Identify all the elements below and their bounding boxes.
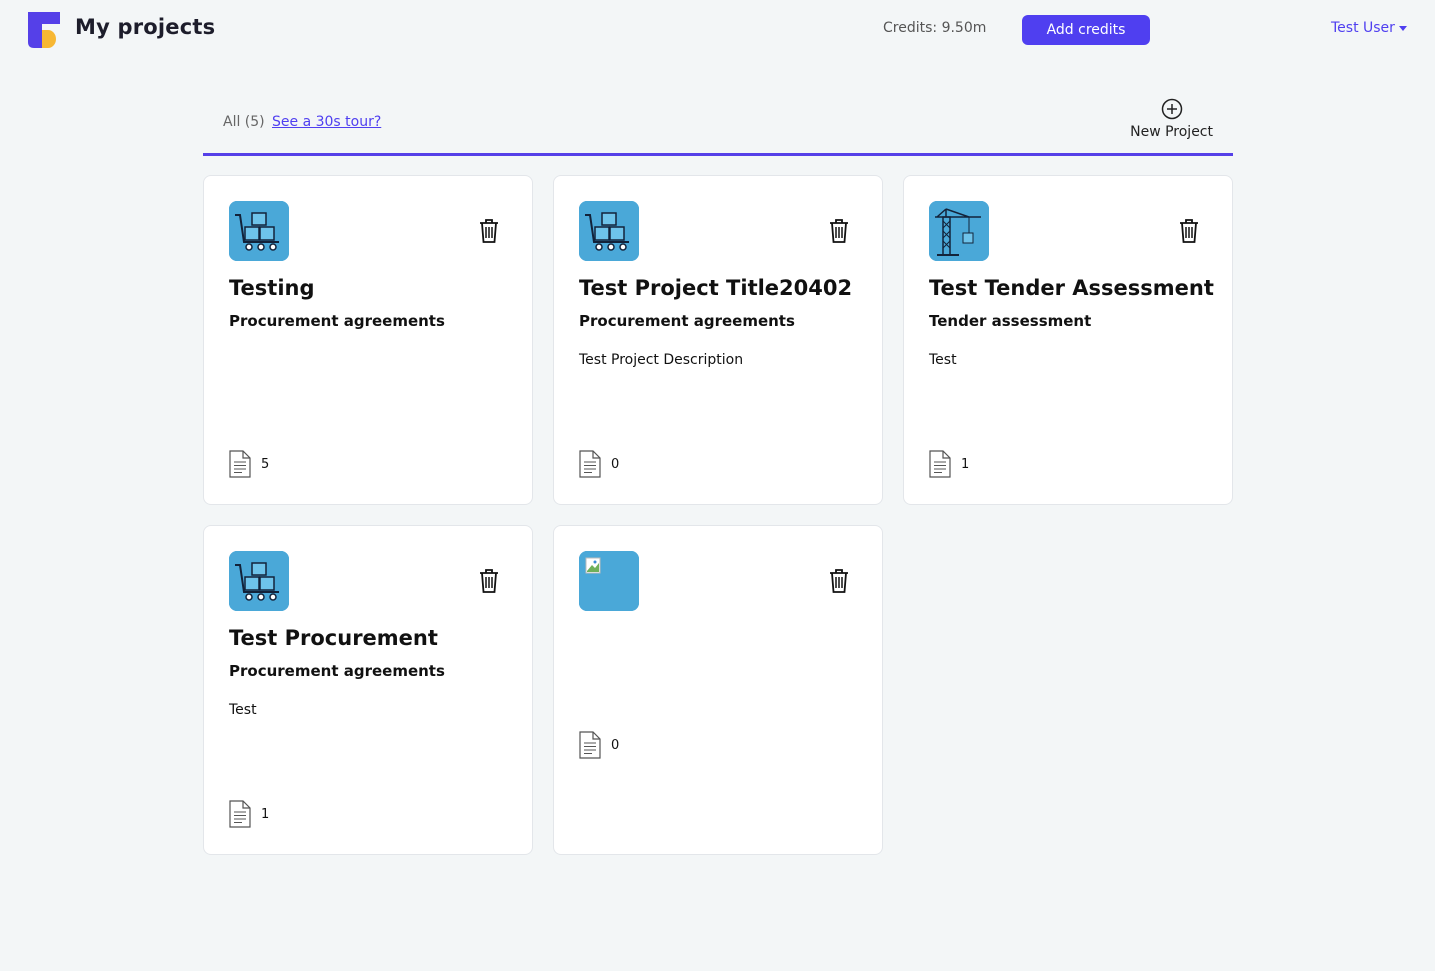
page-title: My projects <box>75 15 216 39</box>
project-card[interactable]: Test Procurement Procurement agreements … <box>203 525 533 855</box>
plus-circle-icon <box>1161 98 1182 120</box>
credits-balance: Credits: 9.50m <box>883 20 987 36</box>
project-description: Test Project Description <box>579 352 744 368</box>
user-menu[interactable]: Test User <box>1331 20 1407 36</box>
project-title: Testing <box>229 276 315 300</box>
new-project-button[interactable]: New Project <box>1130 98 1213 140</box>
trash-icon[interactable] <box>1178 218 1200 244</box>
trash-icon[interactable] <box>478 218 500 244</box>
trash-icon[interactable] <box>828 218 850 244</box>
add-credits-button[interactable]: Add credits <box>1022 15 1150 45</box>
cart-icon <box>229 201 289 261</box>
document-count: 1 <box>229 800 269 828</box>
project-card[interactable]: 0 <box>553 525 883 855</box>
document-icon <box>929 450 951 478</box>
cart-icon <box>229 551 289 611</box>
project-description: Test <box>229 702 257 718</box>
document-count: 5 <box>229 450 269 478</box>
trash-icon[interactable] <box>478 568 500 594</box>
trash-icon[interactable] <box>828 568 850 594</box>
crane-icon <box>929 201 989 261</box>
document-icon <box>579 450 601 478</box>
project-card[interactable]: Testing Procurement agreements 5 <box>203 175 533 505</box>
document-icon <box>229 800 251 828</box>
project-category: Procurement agreements <box>579 312 795 330</box>
project-category: Procurement agreements <box>229 312 445 330</box>
tour-link[interactable]: See a 30s tour? <box>272 114 381 130</box>
document-count-value: 1 <box>261 806 270 822</box>
document-count: 0 <box>579 731 619 759</box>
document-count-value: 0 <box>611 456 620 472</box>
user-name: Test User <box>1331 20 1395 36</box>
document-count: 1 <box>929 450 969 478</box>
project-title: Test Tender Assessment <box>929 276 1214 300</box>
document-count-value: 1 <box>961 456 970 472</box>
document-count-value: 5 <box>261 456 270 472</box>
document-icon <box>579 731 601 759</box>
project-title: Test Procurement <box>229 626 438 650</box>
project-card[interactable]: Test Tender Assessment Tender assessment… <box>903 175 1233 505</box>
project-description: Test <box>929 352 957 368</box>
cart-icon <box>579 201 639 261</box>
app-logo[interactable] <box>26 10 62 50</box>
project-title: Test Project Title20402 <box>579 276 853 300</box>
tab-all[interactable]: All (5) <box>223 114 265 130</box>
broken-image-icon <box>579 551 639 611</box>
document-icon <box>229 450 251 478</box>
document-count-value: 0 <box>611 737 620 753</box>
project-card[interactable]: Test Project Title20402 Procurement agre… <box>553 175 883 505</box>
project-category: Tender assessment <box>929 312 1092 330</box>
document-count: 0 <box>579 450 619 478</box>
project-category: Procurement agreements <box>229 662 445 680</box>
new-project-label: New Project <box>1130 124 1213 140</box>
caret-down-icon <box>1398 26 1407 31</box>
tab-bar: All (5) See a 30s tour? New Project <box>203 92 1233 156</box>
